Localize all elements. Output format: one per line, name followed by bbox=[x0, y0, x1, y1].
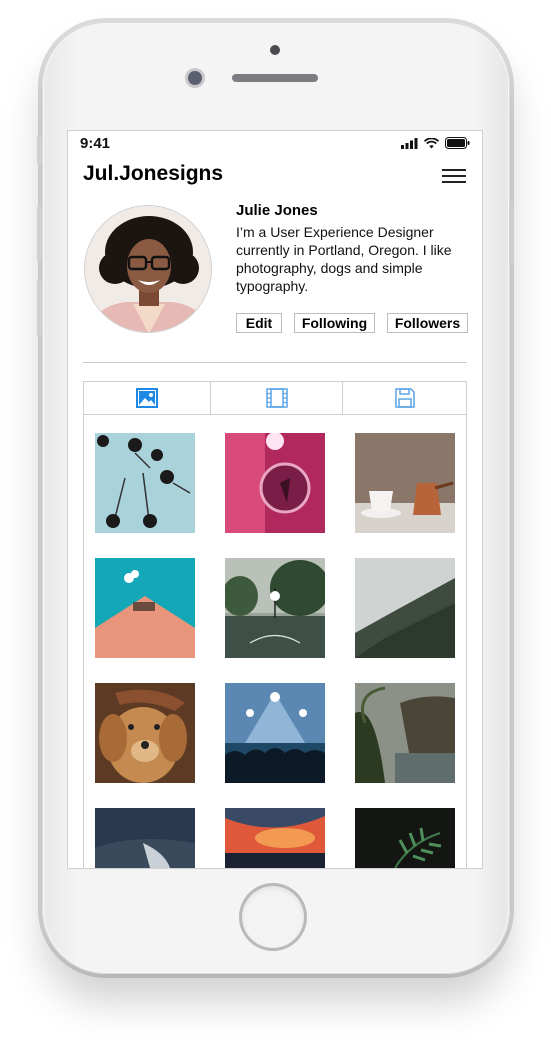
photo-grid bbox=[83, 414, 467, 868]
status-time: 9:41 bbox=[80, 135, 111, 152]
app-screen: 9:41 Jul.Jonesigns Julie Jones I’m a Use… bbox=[67, 130, 483, 869]
photo-night-sky[interactable] bbox=[95, 808, 195, 868]
status-bar: 9:41 bbox=[68, 131, 482, 157]
photo-coffee[interactable] bbox=[355, 433, 455, 533]
section-divider bbox=[83, 362, 467, 363]
profile-photo bbox=[85, 206, 211, 332]
photo-dog[interactable] bbox=[95, 683, 195, 783]
following-button[interactable]: Following bbox=[294, 313, 375, 333]
photo-neon-room[interactable] bbox=[225, 433, 325, 533]
palm-trees-photo bbox=[95, 433, 195, 533]
foggy-mountain-photo bbox=[355, 558, 455, 658]
photo-fern[interactable] bbox=[355, 808, 455, 868]
pink-building-photo bbox=[95, 558, 195, 658]
edit-button[interactable]: Edit bbox=[236, 313, 282, 333]
status-icons bbox=[401, 137, 470, 149]
neon-room-photo bbox=[225, 433, 325, 533]
content-tabs bbox=[83, 381, 467, 415]
profile-bio: I’m a User Experience Designer currently… bbox=[236, 224, 452, 294]
hamburger-menu-icon[interactable] bbox=[442, 169, 466, 183]
photo-sunset[interactable] bbox=[225, 808, 325, 868]
sunset-beach-photo bbox=[225, 808, 325, 868]
volume-down-button bbox=[37, 280, 42, 336]
photo-mountain[interactable] bbox=[355, 558, 455, 658]
tab-photos[interactable] bbox=[84, 382, 210, 414]
proximity-sensor bbox=[270, 45, 280, 55]
avatar[interactable] bbox=[84, 205, 212, 333]
coastal-cliffs-photo bbox=[355, 683, 455, 783]
fern-leaf-photo bbox=[355, 808, 455, 868]
basketball-court-photo bbox=[225, 558, 325, 658]
coffee-cups-photo bbox=[355, 433, 455, 533]
battery-icon bbox=[445, 137, 470, 149]
image-icon bbox=[136, 388, 158, 408]
photo-basketball[interactable] bbox=[225, 558, 325, 658]
film-icon bbox=[265, 388, 288, 408]
tab-saved[interactable] bbox=[342, 382, 466, 414]
save-icon bbox=[394, 388, 415, 408]
home-button[interactable] bbox=[242, 886, 304, 948]
concert-crowd-photo bbox=[225, 683, 325, 783]
tab-videos[interactable] bbox=[210, 382, 342, 414]
photo-pink-building[interactable] bbox=[95, 558, 195, 658]
photo-concert[interactable] bbox=[225, 683, 325, 783]
mute-switch bbox=[37, 136, 42, 164]
golden-retriever-photo bbox=[95, 683, 195, 783]
power-button bbox=[509, 206, 514, 264]
photo-cliffs[interactable] bbox=[355, 683, 455, 783]
earpiece-speaker bbox=[232, 74, 318, 82]
wifi-icon bbox=[424, 137, 439, 148]
volume-up-button bbox=[37, 206, 42, 262]
photo-palm-trees[interactable] bbox=[95, 433, 195, 533]
signal-icon bbox=[401, 137, 418, 149]
followers-button[interactable]: Followers bbox=[387, 313, 468, 333]
profile-handle: Jul.Jonesigns bbox=[83, 162, 224, 185]
night-sky-photo bbox=[95, 808, 195, 868]
profile-name: Julie Jones bbox=[236, 202, 318, 219]
front-camera bbox=[188, 71, 202, 85]
